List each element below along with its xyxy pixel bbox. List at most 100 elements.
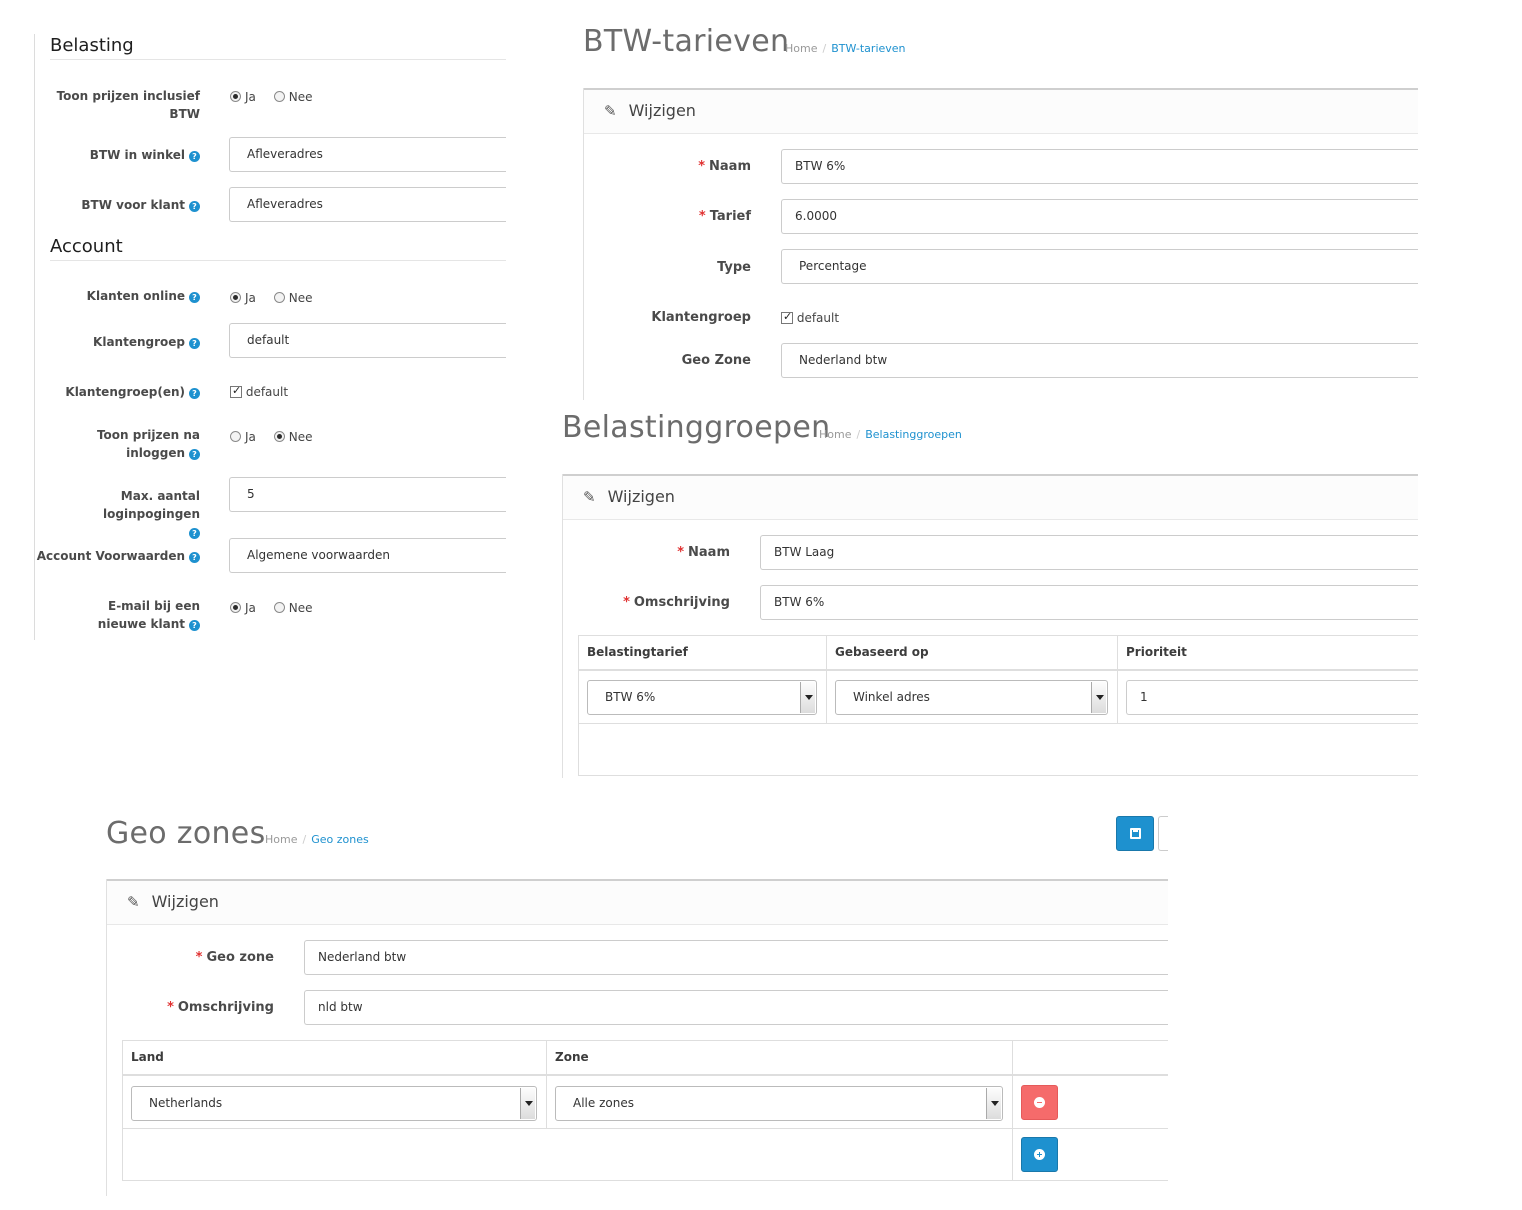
plus-circle-icon <box>1034 1149 1045 1160</box>
page-title: BTW-tarieven <box>583 24 790 59</box>
max-login-input[interactable]: 5 <box>229 477 506 512</box>
radio-checked-icon <box>230 602 241 613</box>
breadcrumb-current[interactable]: Belastinggroepen <box>865 428 962 441</box>
naam-label: * Naam <box>698 159 751 174</box>
pencil-icon: ✎ <box>127 893 140 911</box>
geo-zone-label: * Geo zone <box>195 950 274 965</box>
radio-ja[interactable]: Ja <box>230 291 256 305</box>
klantengroep-select[interactable]: default <box>229 323 506 358</box>
toon-na-inloggen-label: Toon prijzen na inloggen? <box>96 428 200 460</box>
klantengroep-label: Klantengroep? <box>93 333 200 351</box>
table-border <box>578 723 1418 724</box>
land-select[interactable]: Netherlands <box>131 1086 537 1121</box>
radio-unchecked-icon <box>273 91 285 102</box>
help-icon[interactable]: ? <box>189 338 200 349</box>
type-select[interactable]: Percentage <box>781 249 1418 284</box>
add-row-button[interactable] <box>1021 1137 1058 1172</box>
radio-ja[interactable]: Ja <box>230 90 256 104</box>
max-login-label: Max. aantal loginpogingen? <box>103 489 200 539</box>
radio-nee[interactable]: Nee <box>273 90 312 104</box>
klanten-online-radios: Ja Nee <box>230 291 326 305</box>
help-icon[interactable]: ? <box>189 388 200 399</box>
help-icon[interactable]: ? <box>189 201 200 212</box>
cancel-button[interactable] <box>1158 816 1168 851</box>
pencil-icon: ✎ <box>583 488 596 506</box>
omschrijving-label: * Omschrijving <box>167 1000 274 1015</box>
prioriteit-input[interactable]: 1 <box>1126 680 1418 715</box>
belastingtarief-select[interactable]: BTW 6% <box>587 680 817 715</box>
btw-in-winkel-label: BTW in winkel? <box>90 146 200 164</box>
breadcrumb-home[interactable]: Home <box>819 428 851 441</box>
table-border <box>122 1040 123 1181</box>
col-header-gebaseerd-op: Gebaseerd op <box>835 645 929 659</box>
col-header-zone: Zone <box>555 1050 589 1064</box>
help-icon[interactable]: ? <box>189 528 200 539</box>
omschrijving-input[interactable]: nld btw <box>304 990 1168 1025</box>
dropdown-arrow-icon <box>520 1088 535 1119</box>
btw-in-winkel-select[interactable]: Afleveradres <box>229 137 506 172</box>
gebaseerd-op-select[interactable]: Winkel adres <box>835 680 1108 715</box>
email-nieuwe-klant-radios: Ja Nee <box>230 601 326 615</box>
naam-input[interactable]: BTW Laag <box>760 535 1418 570</box>
section-title-account: Account <box>50 236 123 257</box>
radio-ja[interactable]: Ja <box>230 601 256 615</box>
geo-zone-select[interactable]: Nederland btw <box>781 343 1418 378</box>
radio-nee[interactable]: Nee <box>273 291 312 305</box>
naam-label: * Naam <box>677 545 730 560</box>
section-divider <box>50 59 506 60</box>
radio-nee[interactable]: Nee <box>273 601 312 615</box>
save-icon <box>1130 828 1141 839</box>
btw-voor-klant-select[interactable]: Afleveradres <box>229 187 506 222</box>
klantengroep-checkbox[interactable]: default <box>781 310 839 325</box>
dropdown-arrow-icon <box>986 1088 1001 1119</box>
radio-checked-icon <box>230 292 241 303</box>
help-icon[interactable]: ? <box>189 449 200 460</box>
pencil-icon: ✎ <box>604 102 617 120</box>
minus-circle-icon <box>1034 1097 1045 1108</box>
panel-heading: ✎ Wijzigen <box>584 90 1418 134</box>
naam-input[interactable]: BTW 6% <box>781 149 1418 184</box>
section-title-belasting: Belasting <box>50 35 134 56</box>
breadcrumb-home[interactable]: Home <box>785 42 817 55</box>
col-header-belastingtarief: Belastingtarief <box>587 645 688 659</box>
klantengroep-label: Klantengroep <box>651 310 751 325</box>
table-border <box>578 635 1418 636</box>
help-icon[interactable]: ? <box>189 620 200 631</box>
table-border <box>578 669 1418 671</box>
radio-ja[interactable]: Ja <box>230 430 256 444</box>
type-label: Type <box>717 260 751 275</box>
radio-nee[interactable]: Nee <box>273 430 312 444</box>
voorwaarden-select[interactable]: Algemene voorwaarden <box>229 538 506 573</box>
email-nieuwe-klant-label: E-mail bij een nieuwe klant? <box>97 599 200 631</box>
breadcrumb-home[interactable]: Home <box>265 833 297 846</box>
klanten-online-label: Klanten online? <box>87 287 200 305</box>
omschrijving-input[interactable]: BTW 6% <box>760 585 1418 620</box>
col-header-prioriteit: Prioriteit <box>1126 645 1187 659</box>
save-button[interactable] <box>1116 816 1154 851</box>
breadcrumb-current[interactable]: Geo zones <box>311 833 369 846</box>
panel-heading: ✎ Wijzigen <box>563 476 1418 520</box>
panel-heading: ✎ Wijzigen <box>107 881 1168 925</box>
radio-unchecked-icon <box>230 431 241 442</box>
page-title: Geo zones <box>106 816 266 851</box>
breadcrumb-current[interactable]: BTW-tarieven <box>831 42 905 55</box>
table-border <box>578 775 1418 776</box>
table-border <box>546 1040 547 1129</box>
tarief-label: * Tarief <box>698 209 751 224</box>
section-divider <box>50 260 506 261</box>
remove-row-button[interactable] <box>1021 1085 1058 1120</box>
help-icon[interactable]: ? <box>189 552 200 563</box>
btw-voor-klant-label: BTW voor klant? <box>81 196 200 214</box>
geo-zone-label: Geo Zone <box>681 353 751 368</box>
tarief-input[interactable]: 6.0000 <box>781 199 1418 234</box>
radio-checked-icon <box>230 91 241 102</box>
dropdown-arrow-icon <box>800 682 815 713</box>
help-icon[interactable]: ? <box>189 292 200 303</box>
klantengroepen-checkbox[interactable]: default <box>230 384 288 399</box>
geo-zone-input[interactable]: Nederland btw <box>304 940 1168 975</box>
radio-checked-icon <box>273 431 285 442</box>
toon-prijzen-incl-label: Toon prijzen inclusief BTW <box>56 89 200 121</box>
help-icon[interactable]: ? <box>189 151 200 162</box>
zone-select[interactable]: Alle zones <box>555 1086 1003 1121</box>
panel-left-border <box>106 879 107 1196</box>
